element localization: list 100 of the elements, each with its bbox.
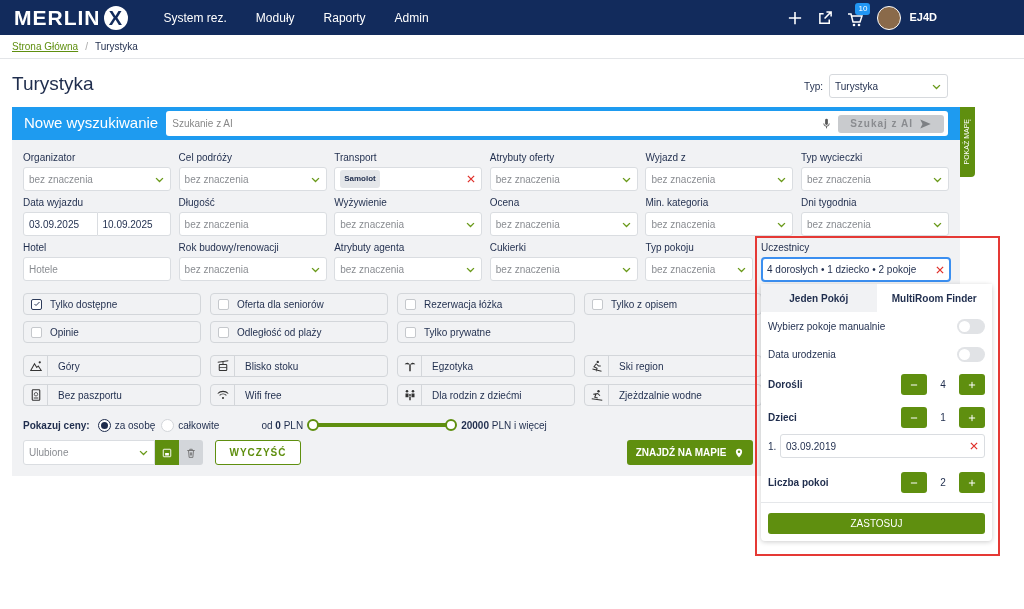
multiselect-field[interactable]: Samolot [334, 167, 483, 191]
selected-tag: Samolot [340, 170, 380, 188]
select-field[interactable]: bez znaczenia [23, 167, 171, 191]
field-label: Atrybuty agenta [334, 241, 406, 255]
select-field[interactable]: bez znaczenia [334, 257, 483, 281]
field-label: Cukierki [489, 241, 527, 255]
favorites-select[interactable]: Ulubione [23, 440, 155, 465]
popup-tab[interactable]: Jeden Pokój [761, 284, 877, 312]
feature-filter[interactable]: Egzotyka [397, 355, 575, 377]
counter-label: Dzieci [768, 411, 798, 425]
checkbox-option[interactable]: Opinie [23, 321, 201, 343]
popup-tab[interactable]: MultiRoom Finder [876, 284, 992, 312]
decrement-button[interactable] [901, 407, 927, 428]
field-label: Ocena [489, 196, 521, 210]
avatar[interactable] [877, 5, 902, 30]
type-label: Typ: [804, 79, 823, 94]
clear-button[interactable]: WYCZYŚĆ [215, 440, 301, 465]
breadcrumb-separator: / [85, 40, 88, 54]
apply-button[interactable]: ZASTOSUJ [768, 513, 985, 534]
send-icon [919, 117, 932, 130]
type-select[interactable]: Turystyka [829, 74, 948, 98]
nav-link[interactable]: Raporty [323, 8, 366, 27]
save-button[interactable] [155, 440, 179, 465]
select-field[interactable]: bez znaczenia [645, 212, 794, 236]
feature-filter[interactable]: Ski region [584, 355, 762, 377]
select-field[interactable]: bez znaczenia [645, 167, 794, 191]
select-field[interactable]: bez znaczenia [178, 167, 327, 191]
input-field[interactable]: bez znaczenia [178, 212, 327, 236]
checkbox-option[interactable]: Tylko dostępne [23, 293, 201, 315]
slider-thumb[interactable] [445, 419, 458, 431]
increment-button[interactable] [959, 407, 985, 428]
checkbox-option[interactable]: Odległość od plaży [210, 321, 388, 343]
search-title: Nowe wyszukiwanie [24, 113, 159, 134]
user-name[interactable]: EJ4D [909, 9, 937, 26]
participants-field[interactable]: 4 dorosłych • 1 dziecko • 2 pokoje [761, 257, 951, 282]
feature-filter[interactable]: Wifi free [210, 384, 388, 406]
checkbox-option[interactable]: Rezerwacja łóżka [397, 293, 575, 315]
select-field[interactable]: bez znaczenia [645, 257, 754, 281]
counter-value: 2 [939, 476, 947, 490]
decrement-button[interactable] [901, 374, 927, 395]
select-field[interactable]: bez znaczenia [801, 167, 949, 191]
toggle-switch[interactable] [957, 346, 985, 362]
counter-label: Liczba pokoi [768, 476, 830, 490]
nav-link[interactable]: Moduły [255, 8, 295, 27]
field-label: Typ pokoju [645, 241, 695, 255]
feature-filter[interactable]: Bez paszportu [23, 384, 201, 406]
select-field[interactable]: bez znaczenia [334, 212, 483, 236]
ai-search-field[interactable]: Szukanie z AI Szukaj z AI [166, 111, 948, 136]
clear-icon [466, 174, 477, 184]
breadcrumb-current: Turystyka [94, 40, 138, 54]
toggle-switch[interactable] [957, 318, 985, 334]
radio-option[interactable]: całkowite [161, 417, 220, 433]
breadcrumb-link[interactable]: Strona Główna [12, 39, 79, 54]
skier-icon [590, 360, 603, 372]
feature-filter[interactable]: Zjeżdzalnie wodne [584, 384, 762, 406]
increment-button[interactable] [959, 374, 985, 395]
select-field[interactable]: bez znaczenia [489, 257, 638, 281]
map-pin-icon [734, 447, 745, 458]
decrement-button[interactable] [901, 472, 927, 493]
checkbox-option[interactable]: Tylko z opisem [584, 293, 762, 315]
find-on-map-button[interactable]: ZNAJDŹ NA MAPIE [627, 440, 753, 465]
plus-icon[interactable] [788, 10, 803, 25]
plus-icon [967, 379, 977, 390]
input-field[interactable]: Hotele [23, 257, 171, 281]
field-label: Rok budowy/renowacji [178, 241, 280, 255]
slider-thumb[interactable] [307, 419, 320, 431]
check-icon [32, 300, 41, 308]
nav-link[interactable]: System rez. [163, 8, 227, 27]
logo-text: MERLIN [14, 4, 101, 31]
select-field[interactable]: bez znaczenia [489, 212, 638, 236]
plus-icon [967, 477, 977, 488]
radio-option[interactable]: za osobę [97, 417, 156, 433]
feature-filter[interactable]: Dla rodzin z dziećmi [397, 384, 575, 406]
select-field[interactable]: bez znaczenia [801, 212, 949, 236]
feature-filter[interactable]: Blisko stoku [210, 355, 388, 377]
radio-button[interactable] [97, 418, 111, 432]
plus-icon [967, 412, 977, 423]
trash-icon [186, 447, 196, 458]
delete-button[interactable] [179, 440, 203, 465]
birth-date-field[interactable]: 03.09.2019 [780, 434, 985, 458]
field-label: Wyżywienie [334, 196, 388, 210]
child-index: 1. [768, 439, 778, 454]
microphone-icon [821, 118, 833, 129]
checkbox-option[interactable]: Oferta dla seniorów [210, 293, 388, 315]
cart-icon[interactable] [847, 11, 864, 28]
date-from-field[interactable]: 03.09.2025 [23, 212, 98, 236]
checkbox[interactable] [31, 298, 42, 310]
select-field[interactable]: bez znaczenia [489, 167, 638, 191]
select-field[interactable]: bez znaczenia [178, 257, 327, 281]
field-label: Wyjazd z [645, 151, 687, 165]
checkbox-option[interactable]: Tylko prywatne [397, 321, 575, 343]
date-to-field[interactable]: 10.09.2025 [97, 212, 171, 236]
field-label: Cel podróży [178, 151, 233, 165]
feature-filter[interactable]: Góry [23, 355, 201, 377]
external-link-icon[interactable] [818, 10, 834, 25]
nav-link[interactable]: Admin [394, 8, 429, 27]
water-slide-icon [590, 389, 603, 401]
increment-button[interactable] [959, 472, 985, 493]
price-range-slider[interactable] [307, 419, 458, 431]
logo-mark: X [103, 5, 128, 30]
